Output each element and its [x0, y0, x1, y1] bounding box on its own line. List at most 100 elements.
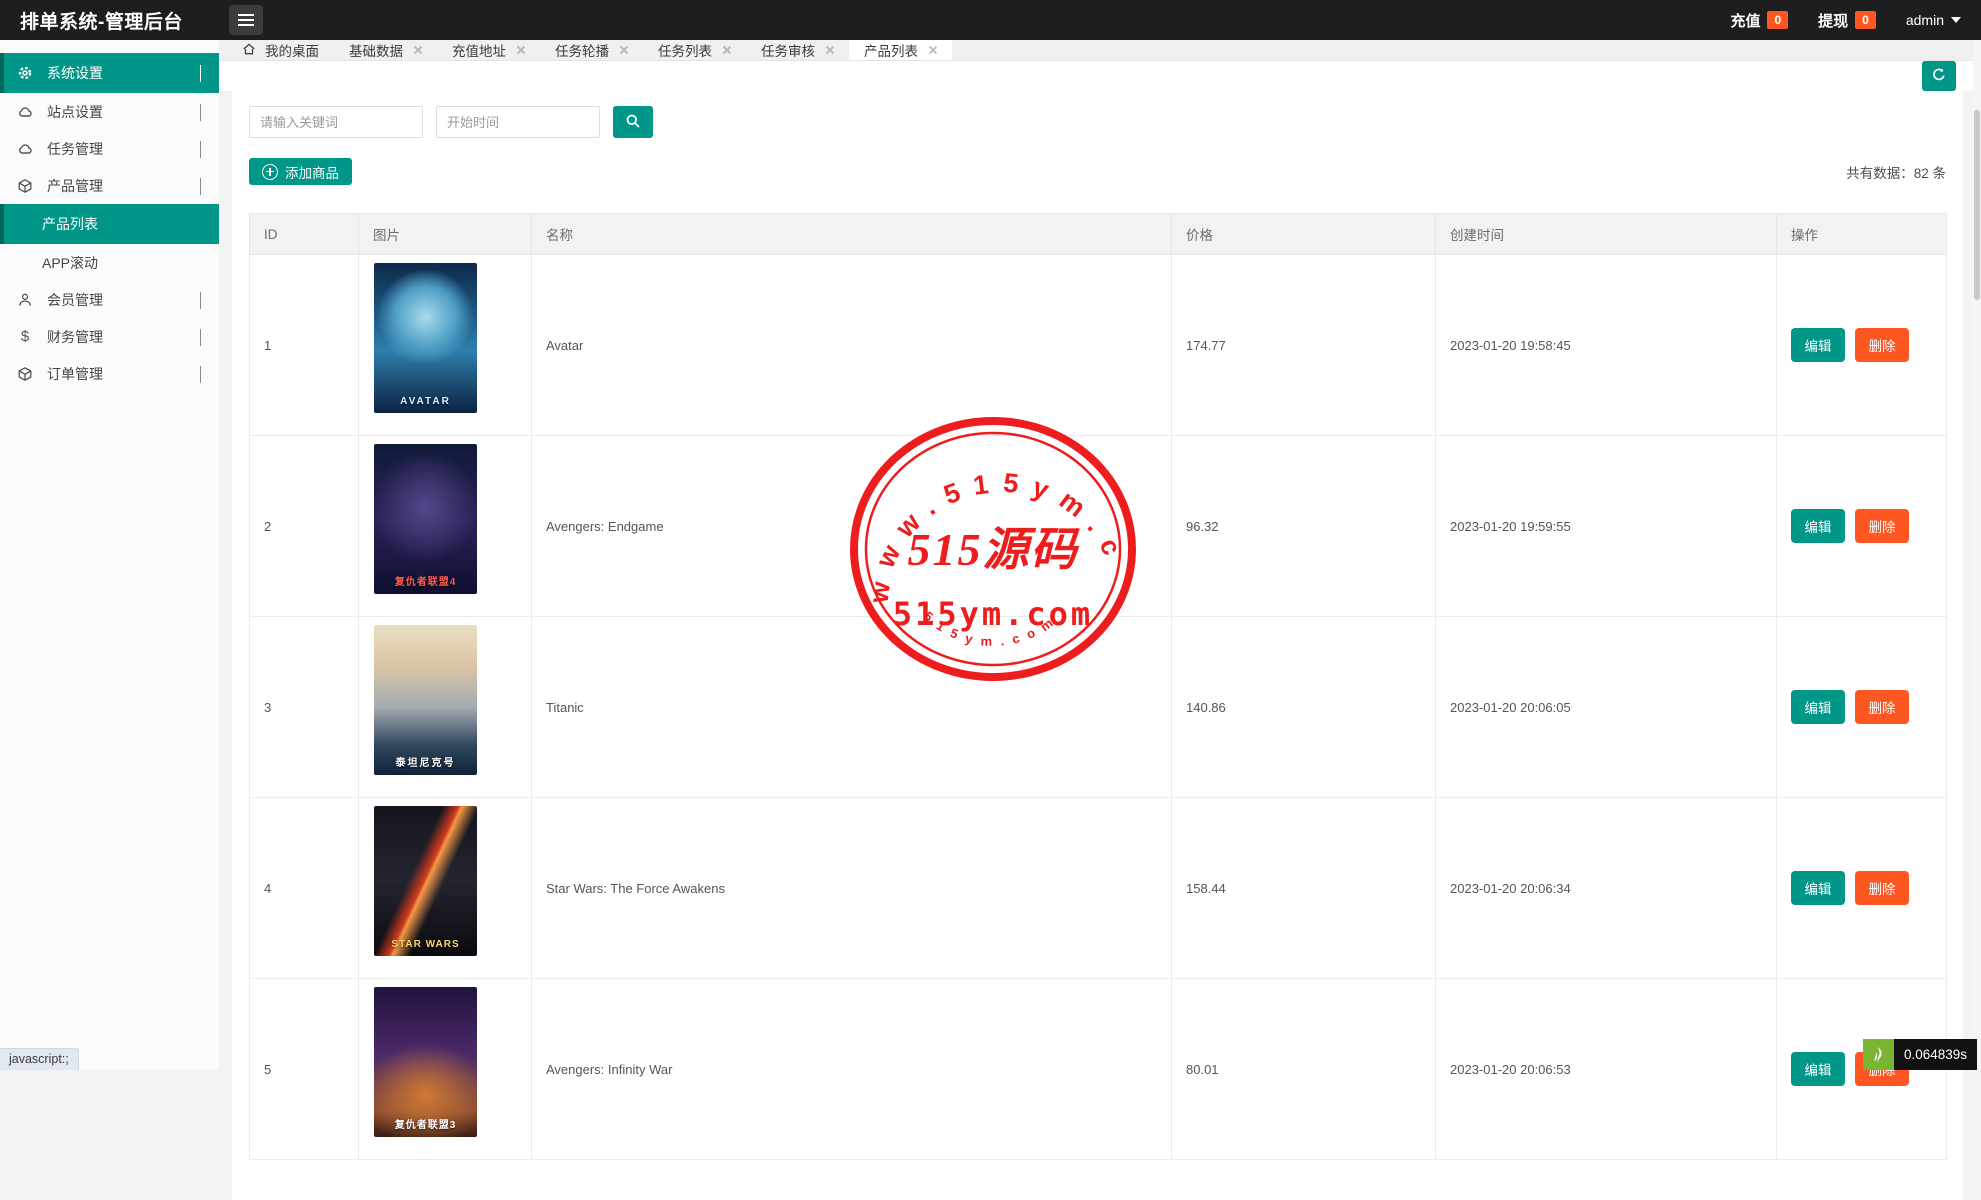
plus-circle-icon	[262, 163, 278, 180]
table-row: 5 复仇者联盟3 Avengers: Infinity War 80.01 20…	[249, 978, 1947, 1160]
table-header-row: ID 图片 名称 价格 创建时间 操作	[249, 213, 1947, 255]
table-row: 1 AVATAR Avatar 174.77 2023-01-20 19:58:…	[249, 254, 1947, 436]
edit-button[interactable]: 编辑	[1791, 509, 1845, 543]
tab-my-desktop[interactable]: 我的桌面	[227, 40, 334, 60]
withdraw-label: 提现	[1818, 12, 1849, 30]
chevron-left-icon	[200, 328, 201, 346]
delete-button[interactable]: 删除	[1855, 509, 1909, 543]
refresh-icon	[1931, 67, 1947, 86]
cell-created: 2023-01-20 19:59:55	[1435, 435, 1777, 617]
poster-starwars[interactable]: STAR WARS	[374, 806, 477, 956]
status-link-hint: javascript:;	[0, 1048, 79, 1070]
tab-task-carousel[interactable]: 任务轮播	[540, 40, 643, 60]
close-tab-icon[interactable]	[618, 45, 628, 55]
caret-down-icon	[1951, 17, 1961, 23]
user-icon	[16, 292, 34, 308]
edit-button[interactable]: 编辑	[1791, 1052, 1845, 1086]
delete-button[interactable]: 删除	[1855, 871, 1909, 905]
cell-created: 2023-01-20 20:06:05	[1435, 616, 1777, 798]
cell-id: 2	[249, 435, 359, 617]
vertical-scrollbar[interactable]	[1973, 40, 1981, 1070]
cell-id: 5	[249, 978, 359, 1160]
recharge-menu[interactable]: 充值 0	[1730, 10, 1789, 31]
cell-price: 140.86	[1171, 616, 1436, 798]
cell-name: Titanic	[531, 616, 1172, 798]
tab-basic-data[interactable]: 基础数据	[334, 40, 437, 60]
execution-time: 0.064839s	[1893, 1039, 1977, 1070]
col-header-id: ID	[249, 213, 359, 255]
poster-infinity-war[interactable]: 复仇者联盟3	[374, 987, 477, 1137]
search-icon	[625, 113, 641, 132]
recharge-count-badge: 0	[1767, 11, 1789, 29]
chevron-left-icon	[200, 365, 201, 383]
delete-button[interactable]: 删除	[1855, 328, 1909, 362]
hamburger-menu-icon[interactable]	[228, 5, 263, 35]
close-tab-icon[interactable]	[412, 45, 422, 55]
sidebar: 系统设置 站点设置 任务管理 产品管理 产品列表 APP滚动 会员管理 $ 财务…	[0, 40, 219, 1070]
withdraw-count-badge: 0	[1855, 11, 1876, 29]
poster-titanic[interactable]: 泰坦尼克号	[374, 625, 477, 775]
delete-button[interactable]: 删除	[1855, 690, 1909, 724]
withdraw-menu[interactable]: 提现 0	[1818, 10, 1876, 31]
cell-name: Avengers: Endgame	[531, 435, 1172, 617]
app-title: 排单系统-管理后台	[20, 11, 183, 33]
edit-button[interactable]: 编辑	[1791, 871, 1845, 905]
poster-endgame[interactable]: 复仇者联盟4	[374, 444, 477, 594]
poster-avatar[interactable]: AVATAR	[374, 263, 477, 413]
refresh-button[interactable]	[1922, 61, 1956, 91]
scrollbar-thumb[interactable]	[1974, 110, 1980, 300]
add-product-button[interactable]: 添加商品	[249, 158, 352, 185]
chevron-down-icon	[200, 177, 201, 195]
edit-button[interactable]: 编辑	[1791, 690, 1845, 724]
sidebar-item-finance-management[interactable]: $ 财务管理	[0, 318, 219, 355]
start-time-input[interactable]	[436, 106, 600, 138]
user-menu[interactable]: admin	[1906, 12, 1961, 28]
cell-id: 1	[249, 254, 359, 436]
chevron-left-icon	[200, 103, 201, 121]
tab-bar: 我的桌面 基础数据 充值地址 任务轮播 任务列表 任务审核 产品列表	[219, 40, 1981, 61]
col-header-image: 图片	[358, 213, 532, 255]
sidebar-item-product-management[interactable]: 产品管理	[0, 167, 219, 204]
debug-bar: 0.064839s	[1862, 1039, 1977, 1070]
product-table: ID 图片 名称 价格 创建时间 操作 1 AVATAR Avatar 174.…	[249, 213, 1947, 1160]
chevron-left-icon	[200, 140, 201, 158]
tab-product-list[interactable]: 产品列表	[849, 40, 952, 60]
username: admin	[1905, 12, 1944, 28]
cell-price: 80.01	[1171, 978, 1436, 1160]
close-tab-icon[interactable]	[721, 45, 731, 55]
keyword-input[interactable]	[249, 106, 423, 138]
table-row: 3 泰坦尼克号 Titanic 140.86 2023-01-20 20:06:…	[249, 616, 1947, 798]
sidebar-item-site-settings[interactable]: 站点设置	[0, 93, 219, 130]
cube-icon	[16, 366, 34, 382]
close-tab-icon[interactable]	[824, 45, 834, 55]
dollar-icon: $	[20, 328, 30, 345]
table-row: 4 STAR WARS Star Wars: The Force Awakens…	[249, 797, 1947, 979]
cell-created: 2023-01-20 20:06:34	[1435, 797, 1777, 979]
tab-task-list[interactable]: 任务列表	[643, 40, 746, 60]
search-button[interactable]	[613, 106, 653, 138]
thinkphp-leaf-icon[interactable]	[1862, 1039, 1894, 1070]
col-header-price: 价格	[1171, 213, 1436, 255]
cell-name: Star Wars: The Force Awakens	[531, 797, 1172, 979]
close-tab-icon[interactable]	[927, 45, 937, 55]
close-tab-icon[interactable]	[515, 45, 525, 55]
cell-price: 96.32	[1171, 435, 1436, 617]
tab-task-review[interactable]: 任务审核	[746, 40, 849, 60]
total-count: 共有数据：82 条	[1846, 165, 1946, 181]
edit-button[interactable]: 编辑	[1791, 328, 1845, 362]
top-header: 排单系统-管理后台 充值 0 提现 0 admin	[0, 0, 1981, 40]
sidebar-item-app-scroll[interactable]: APP滚动	[0, 244, 219, 281]
cell-created: 2023-01-20 19:58:45	[1435, 254, 1777, 436]
sidebar-item-system-settings[interactable]: 系统设置	[0, 53, 219, 93]
content-card: 添加商品 共有数据：82 条 ID 图片 名称 价格 创建时间 操作	[232, 91, 1963, 1200]
sidebar-item-product-list[interactable]: 产品列表	[0, 204, 219, 244]
chevron-left-icon	[200, 291, 201, 309]
sidebar-item-order-management[interactable]: 订单管理	[0, 355, 219, 392]
sidebar-item-task-management[interactable]: 任务管理	[0, 130, 219, 167]
sidebar-item-member-management[interactable]: 会员管理	[0, 281, 219, 318]
cell-id: 4	[249, 797, 359, 979]
col-header-created: 创建时间	[1435, 213, 1777, 255]
tab-recharge-address[interactable]: 充值地址	[437, 40, 540, 60]
gear-icon	[16, 65, 34, 81]
cell-price: 174.77	[1171, 254, 1436, 436]
